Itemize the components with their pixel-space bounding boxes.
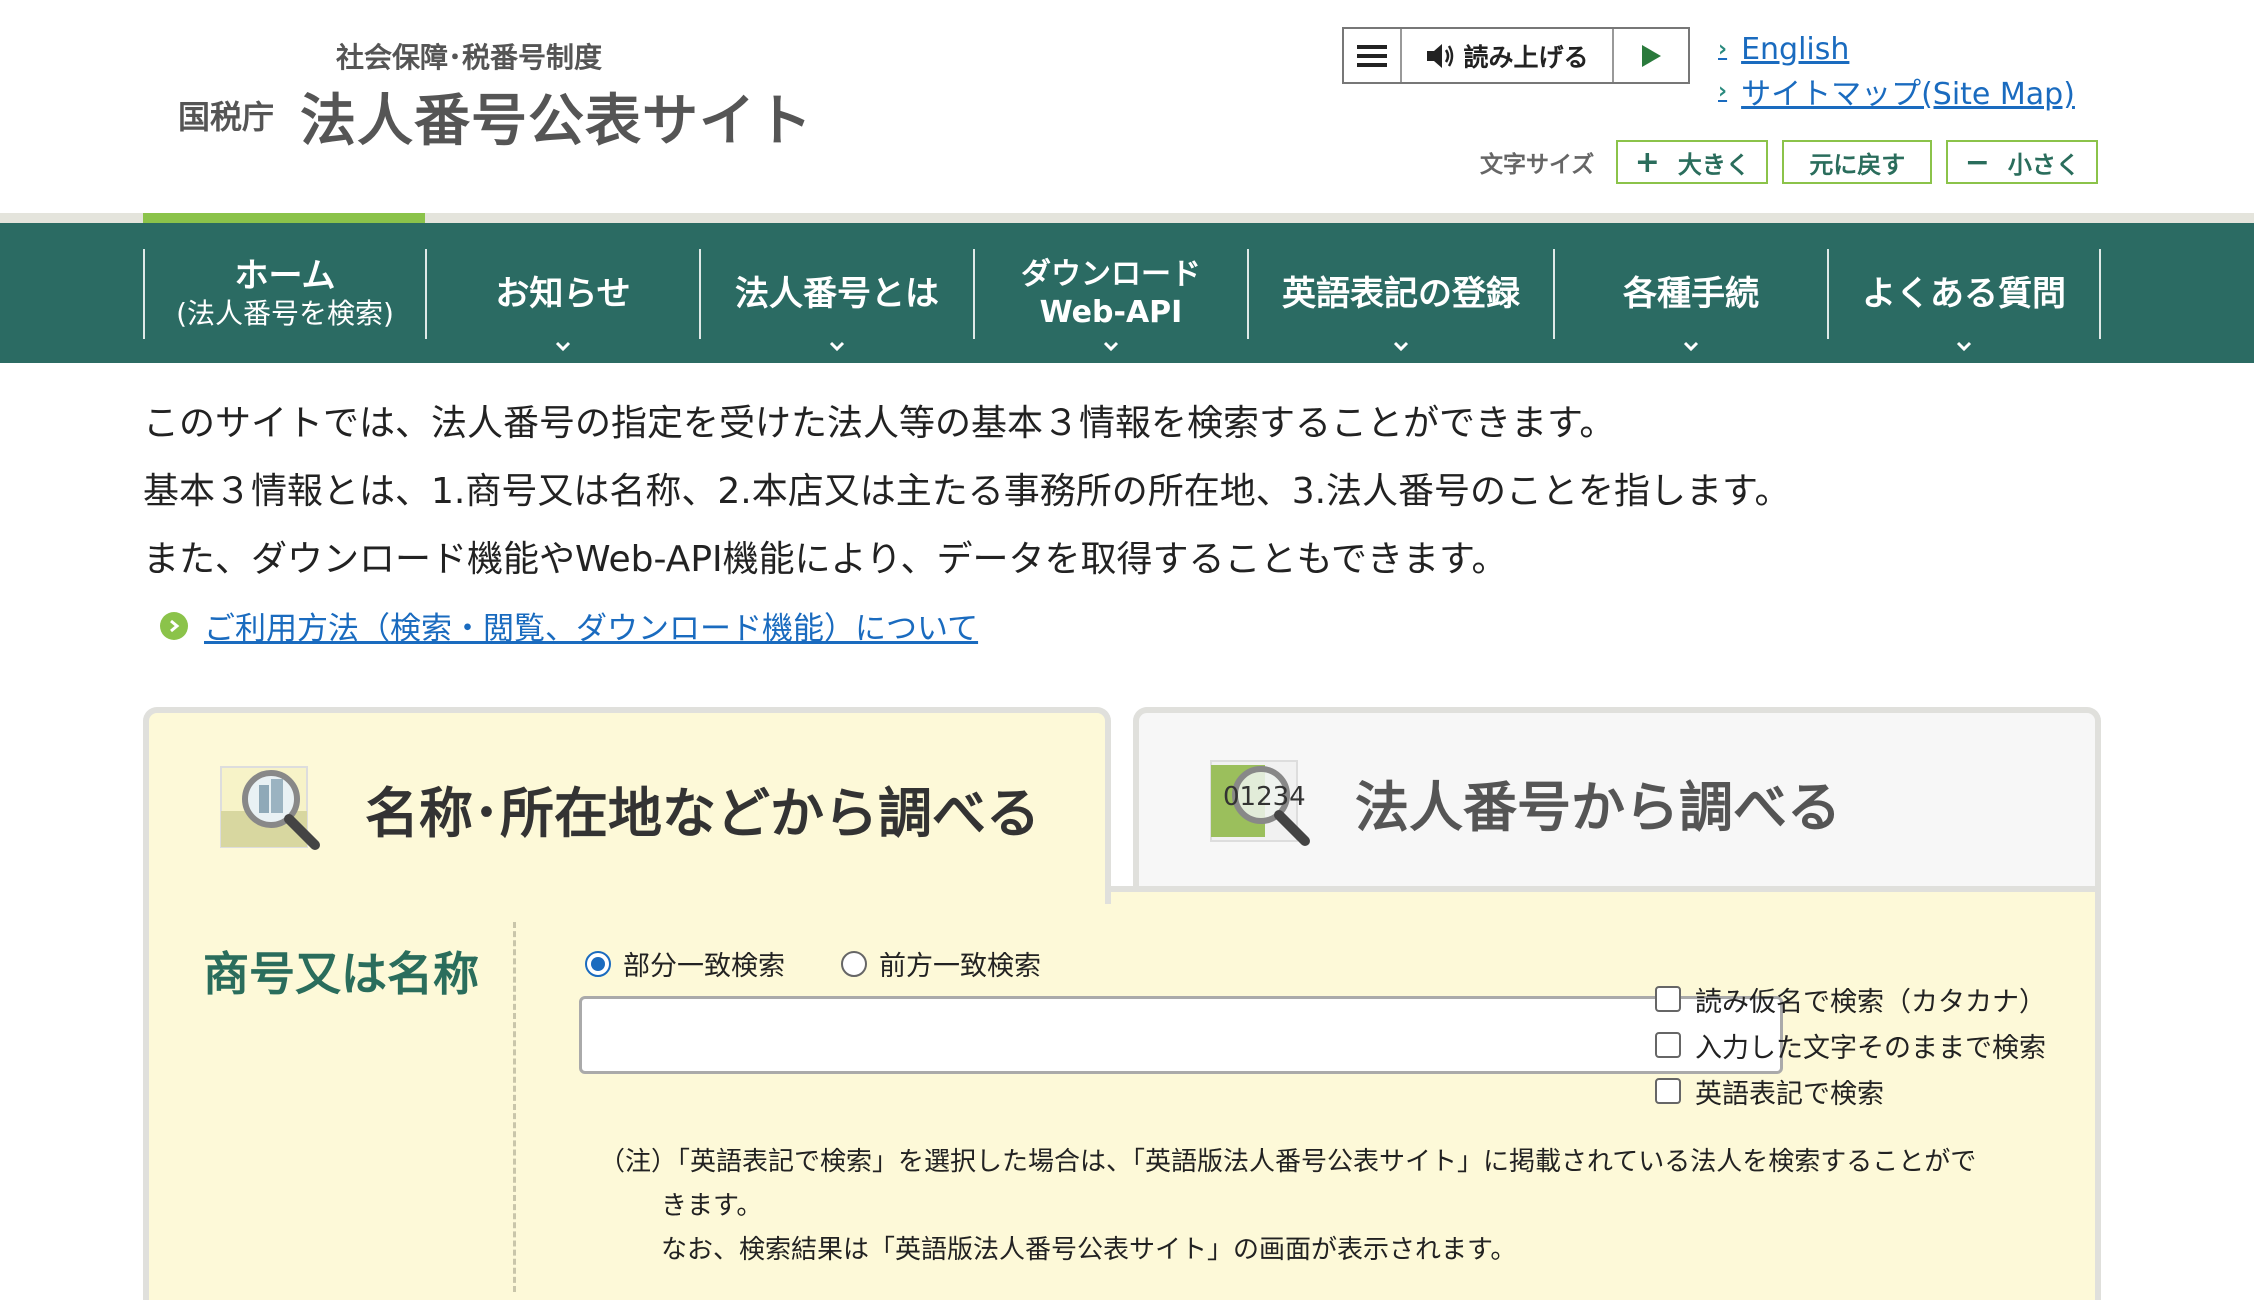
chevron-down-icon bbox=[1393, 341, 1409, 352]
speaker-icon bbox=[1427, 43, 1454, 68]
search-number-icon-text: 01234 bbox=[1223, 782, 1306, 812]
english-search-note: （注）「英語表記で検索」を選択した場合は、「英語版法人番号公表サイト」に掲載され… bbox=[599, 1140, 1976, 1272]
chevron-down-icon bbox=[1103, 341, 1119, 352]
usage-guide-link[interactable]: ご利用方法（検索・閲覧、ダウンロード機能）について bbox=[160, 603, 978, 648]
panel-divider bbox=[513, 922, 516, 1292]
company-name-input[interactable] bbox=[579, 996, 1783, 1074]
play-icon bbox=[1642, 44, 1661, 67]
intro-line: また、ダウンロード機能やWeb-API機能により、データを取得することもできます… bbox=[143, 539, 1508, 580]
search-number-icon: 01234 bbox=[1209, 755, 1321, 851]
intro-line: このサイトでは、法人番号の指定を受けた法人等の基本３情報を検索することができます… bbox=[143, 403, 1616, 444]
nav-procedures[interactable]: 各種手続 bbox=[1553, 249, 1827, 352]
font-smaller-label: 小さく bbox=[2007, 150, 2080, 179]
exact-text-label[interactable]: 入力した文字そのままで検索 bbox=[1695, 1026, 2046, 1065]
nav-news[interactable]: お知らせ bbox=[425, 249, 699, 352]
english-name-checkbox[interactable] bbox=[1655, 1078, 1681, 1104]
arrow-circle-icon bbox=[160, 611, 188, 640]
nav-webapi-label: Web-API bbox=[1039, 295, 1183, 330]
exact-text-checkbox[interactable] bbox=[1655, 1032, 1681, 1058]
nav-english-registration[interactable]: 英語表記の登録 bbox=[1247, 249, 1553, 352]
tab-search-by-name-label: 名称･所在地などから調べる bbox=[365, 782, 1040, 845]
nav-download-label: ダウンロード bbox=[1021, 257, 1201, 292]
company-name-label: 商号又は名称 bbox=[203, 947, 479, 1001]
font-smaller-button[interactable]: − 小さく bbox=[1946, 140, 2099, 184]
kana-search-checkbox[interactable] bbox=[1655, 986, 1681, 1012]
top-links: › English › サイトマップ(Site Map) bbox=[1718, 28, 2075, 113]
read-aloud-toolbar: 読み上げる bbox=[1342, 27, 1690, 84]
chevron-down-icon bbox=[1956, 341, 1972, 352]
play-button[interactable] bbox=[1614, 29, 1688, 82]
search-building-icon bbox=[219, 761, 331, 857]
nav-about-label: 法人番号とは bbox=[735, 274, 939, 314]
font-size-label: 文字サイズ bbox=[1480, 152, 1595, 178]
english-name-option[interactable]: 英語表記で検索 bbox=[1655, 1068, 2046, 1114]
sitemap-link[interactable]: › サイトマップ(Site Map) bbox=[1718, 70, 2075, 112]
chevron-down-icon bbox=[555, 341, 571, 352]
partial-match-radio[interactable] bbox=[585, 950, 611, 977]
chevron-down-icon bbox=[829, 341, 845, 352]
tab-search-by-number[interactable]: 01234 法人番号から調べる bbox=[1133, 707, 2101, 892]
search-panel: 商号又は名称 部分一致検索 前方一致検索 読み仮名で検索（カタカナ） 入力した文… bbox=[143, 892, 2101, 1300]
nav-home-label: ホーム bbox=[234, 256, 336, 296]
tab-search-by-number-label: 法人番号から調べる bbox=[1355, 776, 1841, 839]
global-nav: ホーム (法人番号を検索) お知らせ 法人番号とは ダウンロード Web-API… bbox=[0, 223, 2254, 363]
exact-text-option[interactable]: 入力した文字そのままで検索 bbox=[1655, 1022, 2046, 1068]
plus-icon: + bbox=[1634, 144, 1660, 180]
nav-faq[interactable]: よくある質問 bbox=[1827, 249, 2101, 352]
nav-about[interactable]: 法人番号とは bbox=[699, 249, 973, 352]
chevron-right-icon: › bbox=[1718, 78, 1728, 104]
logo-agency: 国税庁 bbox=[178, 98, 275, 136]
kana-search-option[interactable]: 読み仮名で検索（カタカナ） bbox=[1655, 976, 2046, 1022]
tab-search-by-name[interactable]: 名称･所在地などから調べる bbox=[143, 707, 1111, 904]
english-name-label[interactable]: 英語表記で検索 bbox=[1695, 1072, 1884, 1111]
font-reset-label: 元に戻す bbox=[1809, 150, 1906, 179]
sitemap-link-label: サイトマップ(Site Map) bbox=[1741, 77, 2075, 112]
prefix-match-radio[interactable] bbox=[841, 950, 867, 977]
note-line: なお、検索結果は「英語版法人番号公表サイト」の画面が表示されます。 bbox=[661, 1235, 1517, 1265]
english-link[interactable]: › English bbox=[1718, 28, 2075, 70]
read-aloud-button[interactable]: 読み上げる bbox=[1402, 29, 1614, 82]
nav-procedures-label: 各種手続 bbox=[1623, 274, 1759, 314]
chevron-down-icon bbox=[1683, 341, 1699, 352]
intro-text: このサイトでは、法人番号の指定を受けた法人等の基本３情報を検索することができます… bbox=[143, 390, 1790, 594]
logo-title: 法人番号公表サイト bbox=[300, 89, 813, 154]
font-larger-button[interactable]: + 大きく bbox=[1616, 140, 1769, 184]
nav-home[interactable]: ホーム (法人番号を検索) bbox=[143, 249, 425, 339]
read-aloud-label: 読み上げる bbox=[1463, 42, 1589, 72]
font-size-controls: 文字サイズ + 大きく 元に戻す − 小さく bbox=[1480, 140, 2112, 184]
hamburger-icon[interactable] bbox=[1344, 29, 1402, 82]
note-line: きます。 bbox=[661, 1191, 763, 1221]
kana-search-label[interactable]: 読み仮名で検索（カタカナ） bbox=[1695, 980, 2046, 1019]
font-larger-label: 大きく bbox=[1677, 150, 1750, 179]
usage-guide-label: ご利用方法（検索・閲覧、ダウンロード機能）について bbox=[204, 611, 979, 647]
nav-faq-label: よくある質問 bbox=[1862, 274, 2066, 314]
chevron-right-icon: › bbox=[1718, 36, 1728, 62]
tab-baseline bbox=[1111, 886, 2101, 892]
nav-download[interactable]: ダウンロード Web-API bbox=[973, 249, 1247, 352]
intro-line: 基本３情報とは、1.商号又は名称、2.本店又は主たる事務所の所在地、3.法人番号… bbox=[143, 471, 1791, 512]
font-reset-button[interactable]: 元に戻す bbox=[1782, 140, 1933, 184]
search-option-checkboxes: 読み仮名で検索（カタカナ） 入力した文字そのままで検索 英語表記で検索 bbox=[1655, 976, 2046, 1114]
prefix-match-label[interactable]: 前方一致検索 bbox=[879, 944, 1041, 983]
english-link-label: English bbox=[1741, 31, 1850, 67]
nav-english-registration-label: 英語表記の登録 bbox=[1282, 274, 1520, 314]
minus-icon: − bbox=[1964, 144, 1990, 180]
partial-match-label[interactable]: 部分一致検索 bbox=[623, 944, 785, 983]
current-page-indicator bbox=[143, 213, 425, 223]
note-line: （注）「英語表記で検索」を選択した場合は、「英語版法人番号公表サイト」に掲載され… bbox=[599, 1147, 1977, 1177]
nav-news-label: お知らせ bbox=[495, 274, 631, 314]
logo-subtitle: 社会保障･税番号制度 bbox=[336, 41, 603, 74]
match-type-options: 部分一致検索 前方一致検索 bbox=[585, 944, 1041, 983]
nav-home-sublabel: (法人番号を検索) bbox=[176, 297, 394, 330]
